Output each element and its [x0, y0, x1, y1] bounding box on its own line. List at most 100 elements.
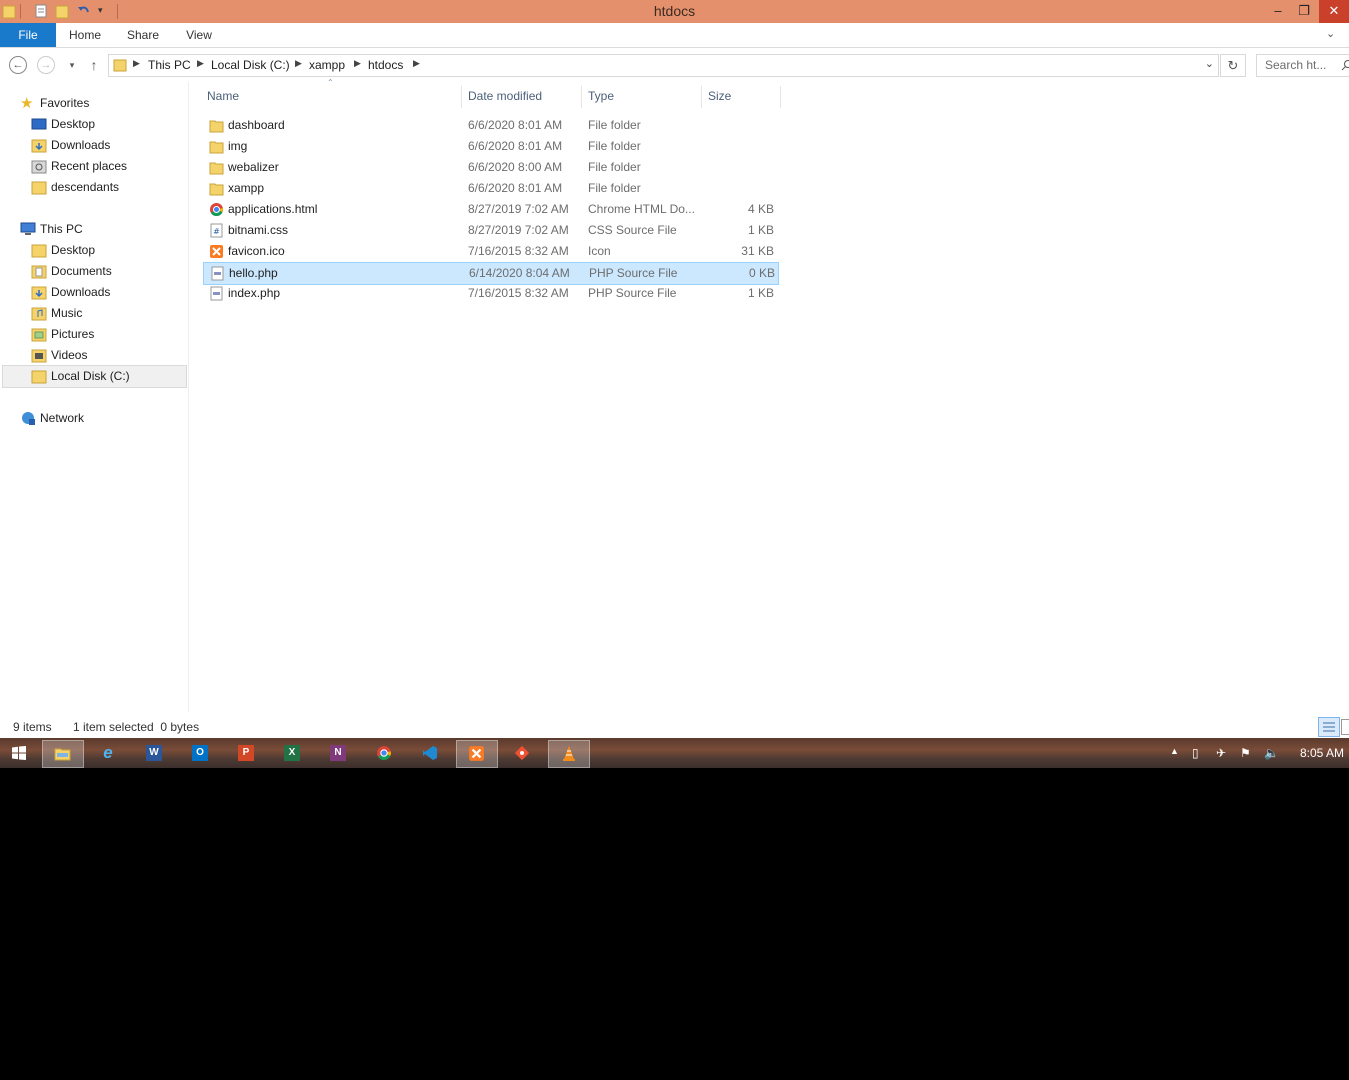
taskbar-onenote[interactable]: N: [318, 740, 358, 766]
file-type: File folder: [588, 181, 641, 195]
folder-icon: [31, 181, 47, 195]
breadcrumb-this-pc[interactable]: This PC: [148, 58, 191, 72]
file-size: 31 KB: [741, 244, 774, 258]
computer-icon: [20, 222, 36, 235]
column-divider[interactable]: [581, 86, 582, 108]
chevron-down-icon[interactable]: ⌄: [1326, 27, 1335, 40]
file-row[interactable]: index.php 7/16/2015 8:32 AM PHP Source F…: [203, 283, 777, 304]
file-row[interactable]: applications.html 8/27/2019 7:02 AM Chro…: [203, 199, 777, 220]
videos-icon: [31, 349, 47, 363]
xampp-icon: [210, 245, 223, 258]
battery-icon[interactable]: ▯: [1192, 746, 1199, 760]
show-hidden-icons-icon[interactable]: ▲: [1170, 746, 1179, 756]
column-header-date[interactable]: Date modified: [468, 84, 578, 108]
restore-button[interactable]: ❐: [1291, 0, 1317, 23]
large-icons-view-icon[interactable]: [1341, 719, 1349, 735]
breadcrumb-separator: ▶: [413, 58, 420, 68]
taskbar-vlc[interactable]: [548, 740, 590, 768]
search-input[interactable]: Search ht...: [1256, 54, 1349, 77]
tab-file[interactable]: File: [0, 23, 56, 47]
tab-home[interactable]: Home: [60, 23, 110, 47]
taskbar-outlook[interactable]: O: [180, 740, 220, 766]
close-button[interactable]: ✕: [1319, 0, 1349, 23]
file-explorer-icon: [54, 748, 71, 761]
recent-locations-icon[interactable]: ▾: [62, 56, 82, 74]
breadcrumb-local-disk[interactable]: Local Disk (C:): [211, 58, 290, 72]
taskbar-clock[interactable]: 8:05 AM: [1300, 746, 1344, 760]
forward-arrow-icon[interactable]: →: [37, 56, 55, 74]
file-size: 0 KB: [748, 266, 775, 280]
file-row-selected[interactable]: hello.php 6/14/2020 8:04 AM PHP Source F…: [203, 262, 779, 285]
file-row[interactable]: favicon.ico 7/16/2015 8:32 AM Icon 31 KB: [203, 241, 777, 262]
taskbar-file-explorer[interactable]: [42, 740, 84, 768]
file-date: 6/6/2020 8:01 AM: [468, 118, 563, 132]
file-size: [713, 178, 774, 199]
folder-icon: [31, 370, 47, 384]
address-dropdown-icon[interactable]: ⌄: [1205, 57, 1214, 70]
taskbar-vscode[interactable]: [410, 740, 450, 766]
back-arrow-icon[interactable]: ←: [9, 56, 27, 74]
file-date: 6/6/2020 8:00 AM: [468, 160, 563, 174]
start-button[interactable]: [0, 740, 40, 766]
powerpoint-icon: P: [238, 745, 254, 761]
file-size: [713, 157, 774, 178]
tab-view[interactable]: View: [176, 23, 222, 47]
taskbar-word[interactable]: W: [134, 740, 174, 766]
documents-icon: [31, 265, 47, 279]
column-divider[interactable]: [701, 86, 702, 108]
taskbar-excel[interactable]: X: [272, 740, 312, 766]
column-header-size[interactable]: Size: [708, 84, 778, 108]
breadcrumb-xampp[interactable]: xampp: [309, 58, 345, 72]
column-header-type[interactable]: Type: [588, 84, 698, 108]
volume-icon[interactable]: 🔈: [1264, 746, 1279, 760]
nav-pc-local-disk[interactable]: Local Disk (C:): [2, 365, 187, 388]
explorer-window: ▾ htdocs ‒ ❐ ✕ File Home Share View ⌄ ← …: [0, 0, 1349, 738]
taskbar-chrome[interactable]: [364, 740, 404, 766]
file-size: 4 KB: [747, 202, 774, 216]
file-date: 6/6/2020 8:01 AM: [468, 181, 563, 195]
taskbar-internet-explorer[interactable]: e: [88, 740, 128, 766]
navigation-pane: ★ Favorites Desktop Downloads Recent pla…: [0, 82, 189, 712]
up-arrow-icon[interactable]: ↑: [84, 56, 104, 74]
airplane-mode-icon[interactable]: ✈: [1216, 746, 1226, 760]
action-center-flag-icon[interactable]: ⚑: [1240, 746, 1251, 760]
taskbar-powerpoint[interactable]: P: [226, 740, 266, 766]
refresh-icon[interactable]: ↻: [1220, 54, 1246, 77]
navigation-bar: ← → ▾ ↑ ▶ This PC ▶ Local Disk (C:) ▶ xa…: [0, 48, 1349, 81]
column-header-name[interactable]: Name: [207, 84, 462, 108]
onenote-icon: N: [330, 745, 346, 761]
music-icon: [31, 307, 47, 321]
file-row[interactable]: webalizer 6/6/2020 8:00 AM File folder: [203, 157, 777, 178]
breadcrumb-separator: ▶: [354, 58, 361, 68]
taskbar-xampp[interactable]: [456, 740, 498, 768]
star-icon: ★: [20, 95, 34, 112]
folder-icon: [209, 162, 224, 175]
column-divider[interactable]: [780, 86, 781, 108]
file-name: xampp: [228, 181, 265, 195]
file-type: File folder: [588, 139, 641, 153]
search-placeholder: Search ht...: [1265, 58, 1327, 72]
file-date: 7/16/2015 8:32 AM: [468, 244, 569, 258]
file-row[interactable]: dashboard 6/6/2020 8:01 AM File folder: [203, 115, 777, 136]
php-file-icon: [211, 266, 224, 281]
minimize-button[interactable]: ‒: [1265, 0, 1291, 23]
php-file-icon: [210, 286, 223, 301]
file-size: 1 KB: [747, 286, 774, 300]
details-view-icon[interactable]: [1318, 717, 1340, 737]
taskbar-git[interactable]: [502, 740, 542, 766]
vscode-icon: [423, 746, 437, 760]
tab-share[interactable]: Share: [118, 23, 168, 47]
file-row[interactable]: xampp 6/6/2020 8:01 AM File folder: [203, 178, 777, 199]
file-type: File folder: [588, 160, 641, 174]
taskbar: e W O P X N ▲ ▯ ✈ ⚑ 🔈 8:05 AM: [0, 738, 1349, 768]
file-row[interactable]: # bitnami.css 8/27/2019 7:02 AM CSS Sour…: [203, 220, 777, 241]
breadcrumb-htdocs[interactable]: htdocs: [368, 58, 403, 72]
title-bar[interactable]: ▾ htdocs ‒ ❐ ✕: [0, 0, 1349, 23]
file-date: 6/6/2020 8:01 AM: [468, 139, 563, 153]
file-name: bitnami.css: [228, 223, 289, 237]
address-bar[interactable]: ▶ This PC ▶ Local Disk (C:) ▶ xampp ▶ ht…: [108, 54, 1219, 77]
file-name: img: [228, 139, 248, 153]
file-row[interactable]: img 6/6/2020 8:01 AM File folder: [203, 136, 777, 157]
file-name: webalizer: [228, 160, 279, 174]
column-divider[interactable]: [461, 86, 462, 108]
